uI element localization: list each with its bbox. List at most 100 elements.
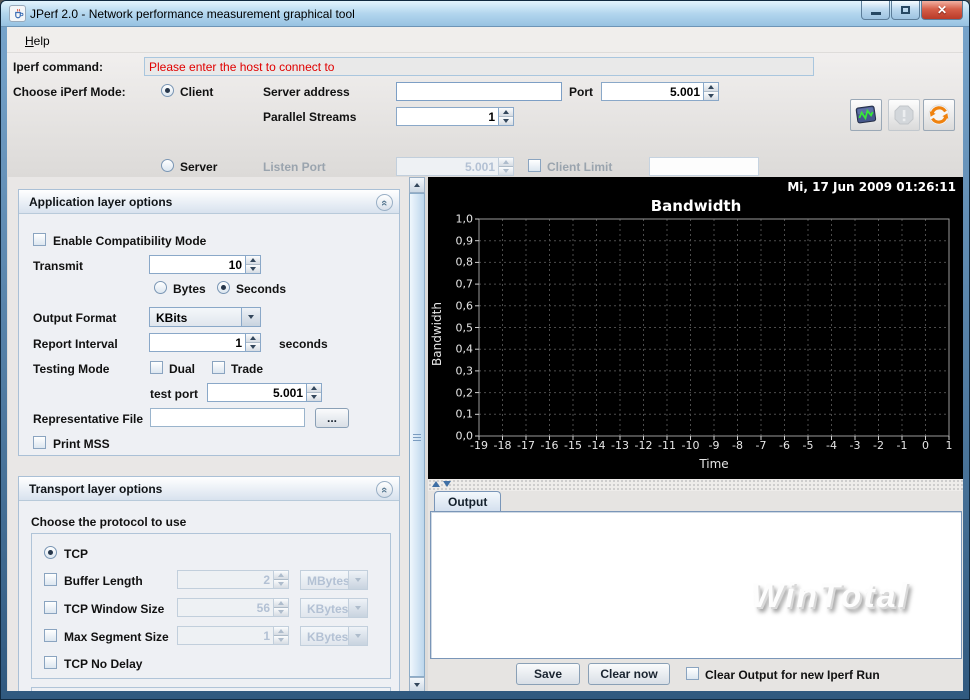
- tcp-window-checkbox[interactable]: [44, 601, 57, 614]
- spin-up-icon[interactable]: [246, 334, 260, 343]
- x-tick: -16: [540, 439, 559, 452]
- collapse-chevrons-icon[interactable]: «: [376, 481, 393, 498]
- x-tick: -5: [802, 439, 814, 452]
- port-label: Port: [569, 85, 593, 99]
- tcp-label: TCP: [64, 547, 88, 561]
- application-layer-header[interactable]: Application layer options «: [19, 190, 399, 214]
- close-icon[interactable]: ✕: [921, 1, 963, 20]
- server-radio-label: Server: [180, 160, 218, 174]
- x-tick: -1: [896, 439, 908, 452]
- protocol-group: TCP Buffer Length 2 MBytes TCP Window Si…: [31, 533, 391, 679]
- spin-down-icon[interactable]: [246, 265, 260, 273]
- spin-up-icon[interactable]: [307, 384, 321, 393]
- print-mss-checkbox[interactable]: [33, 436, 46, 449]
- compatibility-mode-checkbox[interactable]: [33, 233, 46, 246]
- menu-bar: Help: [7, 27, 963, 53]
- x-tick: -14: [587, 439, 606, 452]
- seconds-radio[interactable]: [217, 281, 230, 294]
- port-spinner[interactable]: 5.001: [601, 82, 719, 101]
- title-bar[interactable]: JPerf 2.0 - Network performance measurem…: [1, 1, 969, 27]
- representative-file-input[interactable]: [150, 408, 305, 427]
- splitter-down-icon[interactable]: [443, 481, 451, 487]
- x-tick: -2: [873, 439, 884, 452]
- tcp-no-delay-checkbox[interactable]: [44, 656, 57, 669]
- client-radio[interactable]: [161, 84, 174, 97]
- output-format-dropdown[interactable]: KBits: [149, 307, 261, 327]
- trade-label: Trade: [231, 362, 264, 376]
- x-tick: -15: [564, 439, 582, 452]
- tcp-radio[interactable]: [44, 546, 57, 559]
- scroll-down-icon[interactable]: [409, 677, 425, 691]
- chevron-down-icon: [348, 599, 367, 617]
- x-tick: -7: [755, 439, 767, 452]
- buffer-length-checkbox[interactable]: [44, 573, 57, 586]
- spin-down-icon[interactable]: [307, 393, 321, 401]
- scroll-up-icon[interactable]: [409, 177, 425, 193]
- chevron-down-icon[interactable]: [241, 308, 260, 326]
- transport-layer-panel: Transport layer options « Choose the pro…: [18, 476, 400, 691]
- report-interval-label: Report Interval: [33, 337, 118, 351]
- server-radio[interactable]: [161, 159, 174, 172]
- chart-title: Bandwidth: [650, 197, 742, 215]
- x-tick: -18: [493, 439, 512, 452]
- client-limit-checkbox[interactable]: [528, 159, 541, 172]
- browse-file-button[interactable]: ...: [315, 408, 349, 428]
- x-tick: 1: [945, 439, 953, 452]
- window-title: JPerf 2.0 - Network performance measurem…: [30, 6, 355, 21]
- java-cup-icon: [9, 5, 26, 22]
- y-tick: 0,6: [455, 299, 474, 313]
- save-button[interactable]: Save: [516, 663, 580, 685]
- menu-help[interactable]: Help: [19, 32, 56, 50]
- transmit-spinner[interactable]: 10: [149, 255, 261, 274]
- buffer-length-spinner: 2: [177, 570, 289, 589]
- spin-down-icon[interactable]: [499, 117, 513, 125]
- collapse-chevrons-icon[interactable]: «: [376, 194, 393, 211]
- scrollbar-thumb[interactable]: [409, 193, 425, 677]
- test-port-label: test port: [150, 387, 198, 401]
- tab-output[interactable]: Output: [434, 491, 502, 512]
- max-segment-label: Max Segment Size: [64, 630, 169, 644]
- run-chart-icon: [855, 105, 877, 124]
- transport-layer-header[interactable]: Transport layer options «: [19, 477, 399, 501]
- parallel-streams-label: Parallel Streams: [263, 110, 357, 124]
- output-buttons-row: Save Clear now Clear Output for new Iper…: [428, 663, 963, 689]
- y-tick: 0,5: [455, 321, 474, 334]
- spin-down-icon: [274, 580, 288, 588]
- buffer-length-label: Buffer Length: [64, 574, 143, 588]
- chart-x-axis-label: Time: [699, 457, 729, 471]
- server-address-input[interactable]: [396, 82, 562, 101]
- horizontal-splitter[interactable]: [428, 479, 963, 491]
- mode-label: Choose iPerf Mode:: [13, 85, 126, 99]
- max-segment-checkbox[interactable]: [44, 629, 57, 642]
- test-port-spinner[interactable]: 5.001: [207, 383, 322, 402]
- iperf-command-label: Iperf command:: [13, 60, 104, 74]
- clear-output-checkbox[interactable]: [686, 667, 699, 680]
- trade-checkbox[interactable]: [212, 361, 225, 374]
- splitter-up-icon[interactable]: [432, 481, 440, 487]
- run-iperf-button[interactable]: [850, 99, 882, 131]
- bytes-radio[interactable]: [154, 281, 167, 294]
- client-limit-input: [649, 157, 759, 176]
- minimize-icon[interactable]: [861, 1, 890, 20]
- dual-label: Dual: [169, 362, 196, 376]
- options-scrollbar[interactable]: [409, 177, 425, 691]
- clear-now-button[interactable]: Clear now: [588, 663, 670, 685]
- spin-up-icon[interactable]: [246, 256, 260, 265]
- iperf-command-field[interactable]: Please enter the host to connect to: [144, 57, 814, 76]
- spin-up-icon[interactable]: [704, 83, 718, 92]
- maximize-icon[interactable]: [891, 1, 920, 20]
- spin-down-icon[interactable]: [246, 343, 260, 351]
- y-tick: 0,0: [455, 429, 474, 443]
- application-layer-panel: Application layer options « Enable Compa…: [18, 189, 400, 456]
- dual-checkbox[interactable]: [150, 361, 163, 374]
- spin-down-icon: [499, 167, 513, 175]
- spin-down-icon[interactable]: [704, 92, 718, 100]
- x-tick: -13: [611, 439, 629, 452]
- main-area: Application layer options « Enable Compa…: [7, 177, 963, 691]
- restart-iperf-button[interactable]: [923, 99, 955, 131]
- parallel-streams-spinner[interactable]: 1: [396, 107, 514, 126]
- x-tick: 0: [922, 439, 929, 452]
- spin-down-icon: [274, 608, 288, 616]
- report-interval-spinner[interactable]: 1: [149, 333, 261, 352]
- spin-up-icon[interactable]: [499, 108, 513, 117]
